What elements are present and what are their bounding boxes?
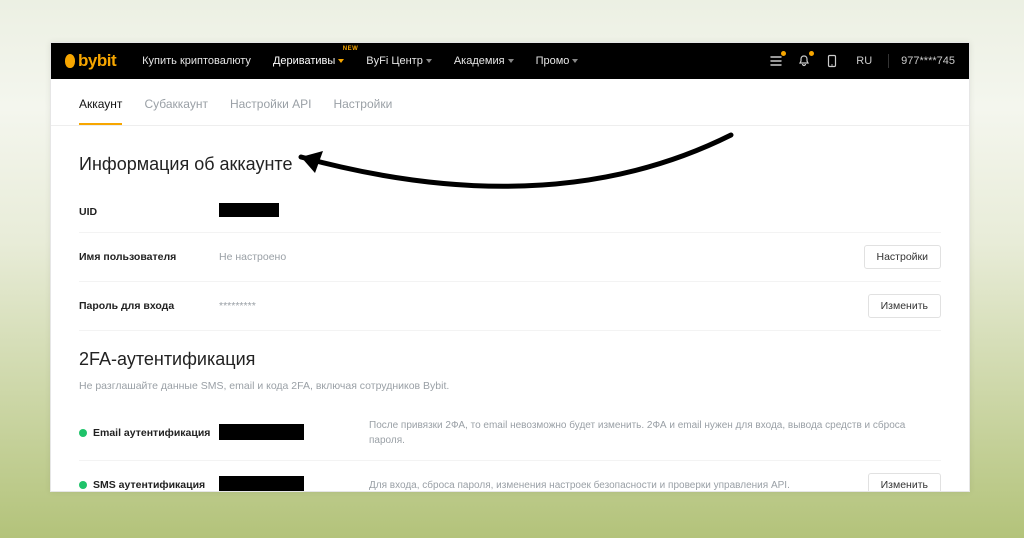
redacted-block — [219, 203, 279, 217]
menu-icon[interactable] — [768, 53, 784, 69]
account-tabs: Аккаунт Субаккаунт Настройки API Настрой… — [51, 79, 969, 126]
desc-email-auth: После привязки 2ФА, то email невозможно … — [369, 418, 941, 448]
nav-byfi[interactable]: ByFi Центр — [358, 55, 440, 67]
top-nav: bybit Купить криптовалюту Деривативы NEW… — [51, 43, 969, 79]
row-uid: UID — [79, 191, 941, 233]
label-email-auth: Email аутентификация — [79, 427, 219, 439]
value-password: ********* — [219, 300, 369, 312]
change-button[interactable]: Изменить — [868, 473, 941, 492]
chevron-down-icon — [572, 59, 578, 63]
redacted-block — [219, 424, 304, 440]
tab-api-settings[interactable]: Настройки API — [230, 97, 312, 125]
label-username: Имя пользователя — [79, 251, 219, 263]
row-sms-auth: SMS аутентификация Для входа, сброса пар… — [79, 461, 941, 492]
notification-dot-icon — [809, 51, 814, 56]
divider — [888, 54, 889, 68]
nav-items: Купить криптовалюту Деривативы NEW ByFi … — [134, 55, 586, 67]
mobile-icon[interactable] — [824, 53, 840, 69]
status-active-icon — [79, 481, 87, 489]
section-title-2fa: 2FA-аутентификация — [79, 349, 941, 370]
label-sms-auth: SMS аутентификация — [79, 479, 219, 491]
nav-academy[interactable]: Академия — [446, 55, 522, 67]
language-selector[interactable]: RU — [852, 55, 876, 67]
logo-icon — [65, 54, 75, 68]
chevron-down-icon — [338, 59, 344, 63]
action-sms-auth: Изменить — [868, 473, 941, 492]
action-username: Настройки — [864, 245, 942, 269]
status-active-icon — [79, 429, 87, 437]
app-window: bybit Купить криптовалюту Деривативы NEW… — [50, 42, 970, 492]
chevron-down-icon — [426, 59, 432, 63]
label-uid: UID — [79, 206, 219, 218]
nav-derivatives[interactable]: Деривативы NEW — [265, 55, 352, 67]
action-password: Изменить — [868, 294, 941, 318]
tab-account[interactable]: Аккаунт — [79, 97, 122, 125]
section-title-account-info: Информация об аккаунте — [79, 154, 941, 175]
topbar-right: RU 977****745 — [768, 53, 955, 69]
settings-button[interactable]: Настройки — [864, 245, 942, 269]
value-uid — [219, 203, 369, 220]
value-email-auth — [219, 424, 369, 443]
nav-promo[interactable]: Промо — [528, 55, 587, 67]
brand-logo[interactable]: bybit — [65, 51, 116, 71]
desc-sms-auth: Для входа, сброса пароля, изменения наст… — [369, 478, 868, 493]
user-id-masked[interactable]: 977****745 — [901, 55, 955, 67]
redacted-block — [219, 476, 304, 492]
row-email-auth: Email аутентификация После привязки 2ФА,… — [79, 406, 941, 461]
notification-dot-icon — [781, 51, 786, 56]
bell-icon[interactable] — [796, 53, 812, 69]
tab-subaccount[interactable]: Субаккаунт — [144, 97, 208, 125]
row-username: Имя пользователя Не настроено Настройки — [79, 233, 941, 282]
brand-text: bybit — [78, 51, 116, 71]
new-badge: NEW — [343, 46, 359, 52]
label-password: Пароль для входа — [79, 300, 219, 312]
section-subtitle-2fa: Не разглашайте данные SMS, email и кода … — [79, 380, 941, 392]
tab-settings[interactable]: Настройки — [333, 97, 392, 125]
chevron-down-icon — [508, 59, 514, 63]
value-sms-auth — [219, 476, 369, 493]
content-area: Информация об аккаунте UID Имя пользоват… — [51, 126, 969, 492]
nav-buy-crypto[interactable]: Купить криптовалюту — [134, 55, 259, 67]
value-username: Не настроено — [219, 251, 369, 263]
change-button[interactable]: Изменить — [868, 294, 941, 318]
row-password: Пароль для входа ********* Изменить — [79, 282, 941, 331]
